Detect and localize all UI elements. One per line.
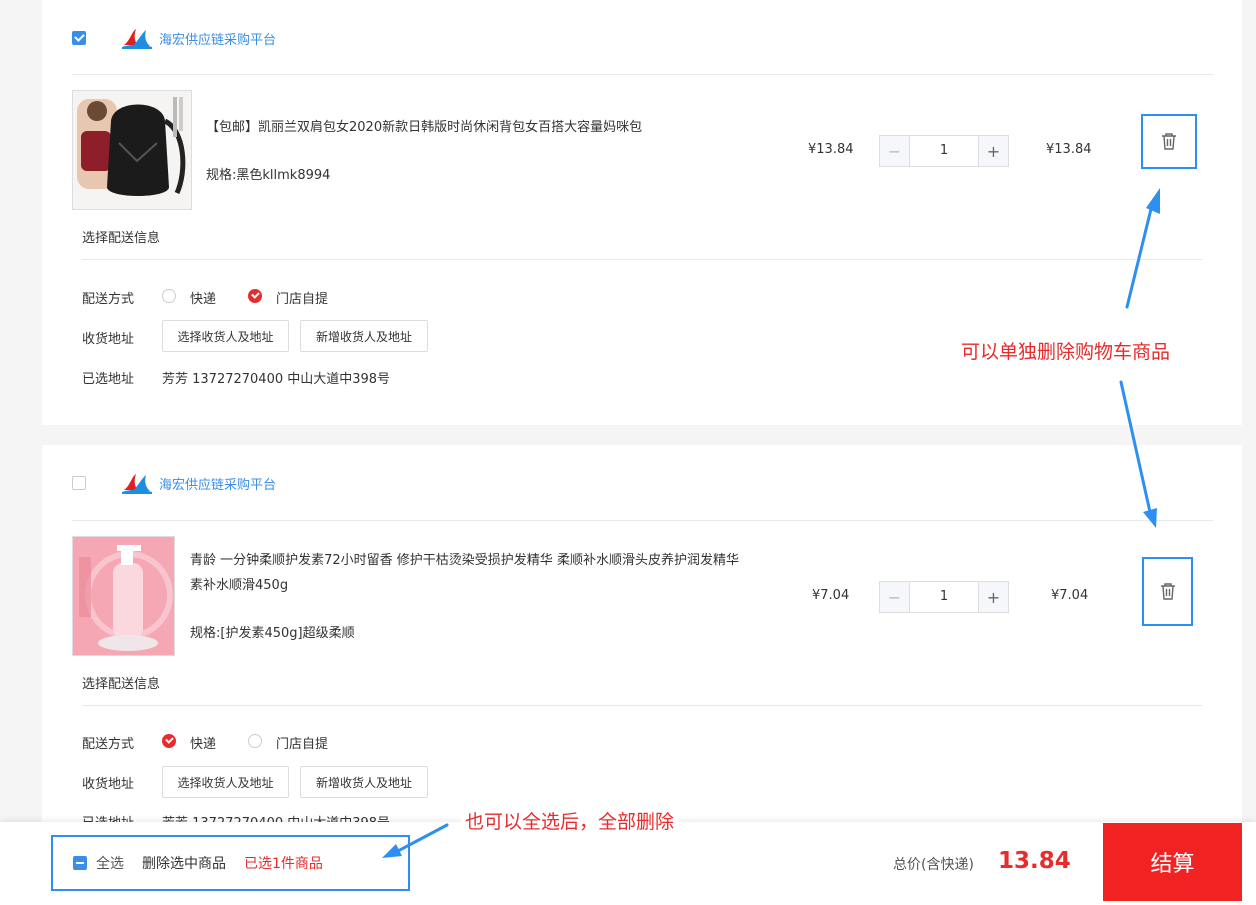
product-title-line-1[interactable]: 青龄 一分钟柔顺护发素72小时留香 修护干枯烫染受损护发精华 柔顺补水顺滑头皮养… <box>190 548 739 573</box>
delete-item-button[interactable] <box>1142 557 1193 626</box>
decrease-button[interactable]: − <box>880 136 910 166</box>
subtotal-price: ¥13.84 <box>1046 142 1092 157</box>
product-title-line-2[interactable]: 素补水顺滑450g <box>190 573 288 598</box>
backpack-image <box>73 91 191 209</box>
increase-button[interactable]: + <box>978 136 1008 166</box>
total-label: 总价(含快递) <box>893 857 974 873</box>
select-all-checkbox[interactable] <box>73 856 87 870</box>
selected-address: 芳芳 13727270400 中山大道中398号 <box>162 372 391 387</box>
trash-icon <box>1162 133 1176 150</box>
option-express-label[interactable]: 快递 <box>190 288 216 307</box>
option-express-label[interactable]: 快递 <box>190 733 216 752</box>
subtotal-price: ¥7.04 <box>1051 588 1089 603</box>
shop-checkbox[interactable] <box>72 31 86 45</box>
quantity-stepper[interactable]: − 1 + <box>879 135 1009 167</box>
delivery-section-title: 选择配送信息 <box>82 677 161 692</box>
choose-address-button[interactable]: 选择收货人及地址 <box>162 766 289 798</box>
shop-header: 海宏供应链采购平台 <box>72 468 276 498</box>
delete-item-button[interactable] <box>1141 114 1197 169</box>
annotation-bulk-delete: 也可以全选后，全部删除 <box>461 807 679 834</box>
shop-checkbox[interactable] <box>72 476 86 490</box>
quantity-stepper[interactable]: − 1 + <box>879 581 1009 613</box>
selected-count: 已选1件商品 <box>244 856 323 872</box>
bulk-select-group: 全选 删除选中商品 已选1件商品 <box>51 835 410 891</box>
total-value: 13.84 <box>998 848 1071 874</box>
trash-icon <box>1160 583 1175 600</box>
delivery-section-title: 选择配送信息 <box>82 231 161 246</box>
quantity-input[interactable]: 1 <box>910 136 978 166</box>
divider <box>82 705 1202 706</box>
radio-express[interactable] <box>162 289 176 303</box>
selected-address-label: 已选地址 <box>82 372 135 387</box>
address-label: 收货地址 <box>82 332 135 347</box>
product-spec: 规格:黑色kllmk8994 <box>206 168 331 183</box>
shop-name[interactable]: 海宏供应链采购平台 <box>159 29 276 48</box>
option-pickup-label[interactable]: 门店自提 <box>276 733 328 752</box>
select-all-label[interactable]: 全选 <box>96 853 124 873</box>
add-address-button[interactable]: 新增收货人及地址 <box>300 766 428 798</box>
product-spec: 规格:[护发素450g]超级柔顺 <box>190 626 355 641</box>
unit-price: ¥7.04 <box>812 588 850 603</box>
checkout-bar: 全选 删除选中商品 已选1件商品 总价(含快递) 13.84 结算 <box>0 822 1256 905</box>
delivery-method-label: 配送方式 <box>82 292 135 307</box>
delete-selected-button[interactable]: 删除选中商品 <box>142 853 226 873</box>
option-pickup-label[interactable]: 门店自提 <box>276 288 328 307</box>
product-image[interactable] <box>72 90 192 210</box>
radio-pickup[interactable] <box>248 289 262 303</box>
annotation-single-delete: 可以单独删除购物车商品 <box>961 341 1171 363</box>
decrease-button[interactable]: − <box>880 582 910 612</box>
add-address-button[interactable]: 新增收货人及地址 <box>300 320 428 352</box>
increase-button[interactable]: + <box>978 582 1008 612</box>
shop-name[interactable]: 海宏供应链采购平台 <box>159 474 276 493</box>
shop-logo-icon <box>122 29 152 49</box>
divider <box>82 259 1202 260</box>
radio-express[interactable] <box>162 734 176 748</box>
quantity-input[interactable]: 1 <box>910 582 978 612</box>
divider <box>72 74 1213 75</box>
checkout-button[interactable]: 结算 <box>1103 823 1242 901</box>
delivery-method-label: 配送方式 <box>82 737 135 752</box>
radio-pickup[interactable] <box>248 734 262 748</box>
conditioner-image <box>73 537 174 655</box>
address-label: 收货地址 <box>82 777 135 792</box>
product-title[interactable]: 【包邮】凯丽兰双肩包女2020新款日韩版时尚休闲背包女百搭大容量妈咪包 <box>206 115 642 140</box>
shop-logo-icon <box>122 474 152 494</box>
product-image[interactable] <box>72 536 175 656</box>
divider <box>72 520 1213 521</box>
choose-address-button[interactable]: 选择收货人及地址 <box>162 320 289 352</box>
shop-header: 海宏供应链采购平台 <box>72 23 276 53</box>
unit-price: ¥13.84 <box>808 142 854 157</box>
